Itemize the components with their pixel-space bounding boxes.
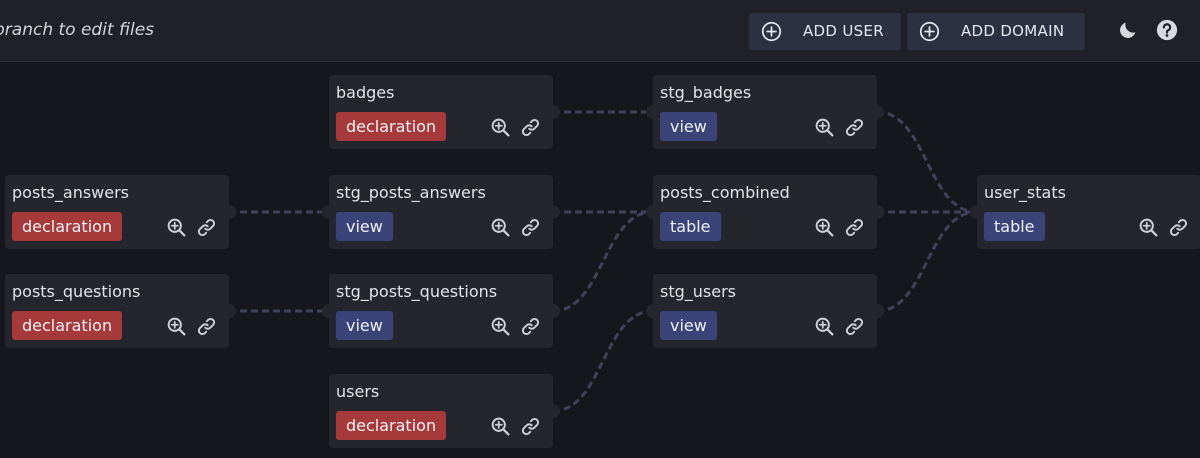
- node-badges[interactable]: badges declaration: [329, 75, 560, 149]
- node-type-badge: declaration: [12, 311, 123, 340]
- input-port: [322, 205, 336, 219]
- input-port: [970, 205, 984, 219]
- input-port: [646, 105, 660, 119]
- node-title: posts_questions: [12, 282, 141, 301]
- zoom-in-icon[interactable]: [490, 217, 511, 238]
- output-port: [222, 205, 236, 219]
- node-title: posts_answers: [12, 183, 130, 202]
- node-type-badge: table: [984, 212, 1045, 241]
- edge-stg_posts_questions-to-posts_combined: [552, 210, 654, 313]
- link-icon[interactable]: [520, 117, 541, 138]
- node-title: stg_posts_answers: [336, 183, 486, 202]
- top-bar: branch to edit files ADD USER ADD DOMAIN: [0, 0, 1200, 62]
- zoom-in-icon[interactable]: [814, 217, 835, 238]
- zoom-in-icon[interactable]: [814, 117, 835, 138]
- zoom-in-icon[interactable]: [490, 416, 511, 437]
- node-type-badge: view: [336, 212, 393, 241]
- edge-users-to-stg_users: [552, 309, 654, 413]
- add-domain-button[interactable]: ADD DOMAIN: [907, 13, 1085, 50]
- link-icon[interactable]: [844, 117, 865, 138]
- input-port: [322, 304, 336, 318]
- node-posts-questions[interactable]: posts_questions declaration: [5, 274, 236, 348]
- help-icon[interactable]: [1156, 19, 1178, 41]
- node-type-badge: declaration: [336, 112, 447, 141]
- zoom-in-icon[interactable]: [814, 316, 835, 337]
- node-type-badge: declaration: [12, 212, 123, 241]
- link-icon[interactable]: [844, 217, 865, 238]
- node-title: badges: [336, 83, 395, 102]
- output-port: [546, 404, 560, 418]
- node-posts-combined[interactable]: posts_combined table: [646, 175, 884, 249]
- edge-layer: [228, 110, 978, 413]
- output-port: [870, 105, 884, 119]
- node-stg-posts-questions[interactable]: stg_posts_questions view: [322, 274, 560, 348]
- plus-circle-icon: [919, 21, 940, 42]
- output-port: [870, 205, 884, 219]
- node-title: users: [336, 382, 380, 401]
- node-stg-users[interactable]: stg_users view: [646, 274, 884, 348]
- node-stg-badges[interactable]: stg_badges view: [646, 75, 884, 149]
- link-icon[interactable]: [520, 217, 541, 238]
- add-user-label: ADD USER: [803, 22, 884, 40]
- node-title: stg_posts_questions: [336, 282, 498, 301]
- node-type-badge: view: [660, 311, 717, 340]
- edit-branch-message: branch to edit files: [0, 20, 155, 40]
- node-type-badge: view: [660, 112, 717, 141]
- edge-stg_users-to-user_stats: [876, 210, 978, 313]
- node-stg-posts-answers[interactable]: stg_posts_answers view: [322, 175, 560, 249]
- zoom-in-icon[interactable]: [490, 316, 511, 337]
- link-icon[interactable]: [520, 316, 541, 337]
- output-port: [870, 304, 884, 318]
- link-icon[interactable]: [196, 217, 217, 238]
- node-title: posts_combined: [660, 183, 790, 202]
- input-port: [646, 304, 660, 318]
- lineage-graph[interactable]: posts_answers declaration posts_question…: [0, 62, 1200, 458]
- node-title: stg_badges: [660, 83, 752, 102]
- node-type-badge: table: [660, 212, 721, 241]
- node-users[interactable]: users declaration: [329, 374, 560, 448]
- link-icon[interactable]: [1168, 217, 1189, 238]
- output-port: [546, 304, 560, 318]
- input-port: [646, 205, 660, 219]
- edge-stg_badges-to-user_stats: [876, 110, 978, 214]
- output-port: [546, 205, 560, 219]
- link-icon[interactable]: [844, 316, 865, 337]
- link-icon[interactable]: [520, 416, 541, 437]
- plus-circle-icon: [761, 21, 782, 42]
- moon-icon[interactable]: [1117, 19, 1139, 41]
- zoom-in-icon[interactable]: [1138, 217, 1159, 238]
- node-title: user_stats: [984, 183, 1066, 202]
- node-type-badge: view: [336, 311, 393, 340]
- zoom-in-icon[interactable]: [490, 117, 511, 138]
- node-posts-answers[interactable]: posts_answers declaration: [5, 175, 236, 249]
- zoom-in-icon[interactable]: [166, 316, 187, 337]
- node-type-badge: declaration: [336, 411, 447, 440]
- link-icon[interactable]: [196, 316, 217, 337]
- add-user-button[interactable]: ADD USER: [749, 13, 901, 50]
- output-port: [546, 105, 560, 119]
- add-domain-label: ADD DOMAIN: [961, 22, 1065, 40]
- output-port: [222, 304, 236, 318]
- zoom-in-icon[interactable]: [166, 217, 187, 238]
- node-user-stats[interactable]: user_stats table: [970, 175, 1200, 249]
- node-title: stg_users: [660, 282, 736, 301]
